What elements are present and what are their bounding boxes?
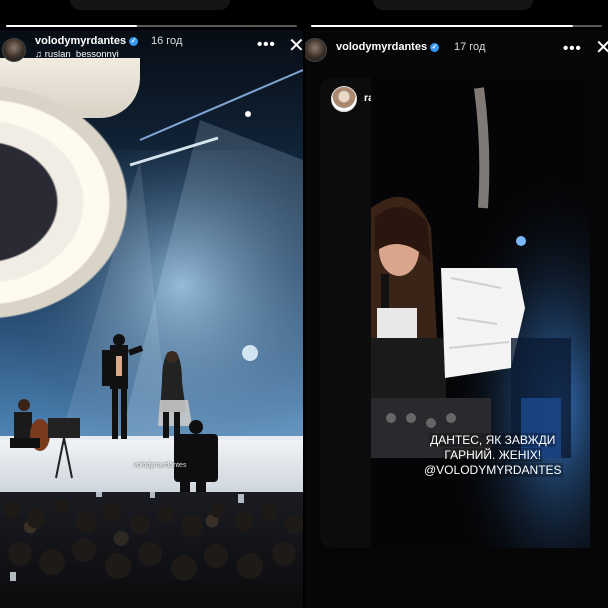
caption-line-2: ГАРНИЙ. ЖЕНІХ!: [443, 448, 543, 462]
close-icon[interactable]: ✕: [595, 38, 608, 58]
camera-notch: [373, 0, 533, 10]
mention-sticker[interactable]: volodymyrdantes: [128, 462, 192, 470]
audio-credit[interactable]: ♫ ruslan_bessonnyi: [35, 49, 119, 60]
more-icon[interactable]: •••: [563, 40, 582, 57]
post-time: 16 год: [151, 35, 183, 47]
story-progress-fill: [311, 25, 573, 27]
username[interactable]: volodymyrdantes ✓: [35, 35, 139, 47]
caption-line-3[interactable]: @VOLODYMYRDANTES: [423, 463, 563, 478]
story-left[interactable]: volodymyrdantes volodymyrdantes ✓ 16 год …: [0, 0, 303, 608]
camera-notch: [70, 0, 230, 10]
post-time: 17 год: [454, 41, 486, 53]
username-text: volodymyrdantes: [336, 41, 428, 53]
mention-sticker-text: volodymyrdantes: [133, 462, 187, 469]
story-progress-fill: [6, 25, 137, 27]
status-bar: [0, 0, 303, 30]
repost-avatar[interactable]: [331, 86, 357, 112]
avatar[interactable]: [305, 38, 327, 62]
verified-badge-icon: ✓: [430, 43, 440, 52]
username[interactable]: volodymyrdantes ✓: [336, 41, 440, 53]
audio-credit-text: ruslan_bessonnyi: [44, 49, 119, 60]
story-caption: ДАНТЕС, ЯК ЗАВЖДИ ГАРНИЙ. ЖЕНІХ! @VOLODY…: [423, 433, 563, 478]
close-icon[interactable]: ✕: [288, 36, 303, 56]
more-icon[interactable]: •••: [257, 36, 276, 53]
crowd-heads: [3, 488, 303, 581]
music-icon: ♫: [35, 49, 45, 60]
story-header: volodymyrdantes ✓ 16 год ♫ ruslan_bessonn…: [0, 30, 303, 66]
verified-badge-icon: ✓: [129, 37, 139, 46]
story-header: volodymyrdantes ✓ 17 год ••• ✕: [305, 30, 608, 66]
caption-line-1: ДАНТЕС, ЯК ЗАВЖДИ: [429, 433, 557, 447]
status-bar: [305, 0, 608, 30]
avatar[interactable]: [2, 38, 26, 62]
username-text: volodymyrdantes: [35, 35, 127, 47]
